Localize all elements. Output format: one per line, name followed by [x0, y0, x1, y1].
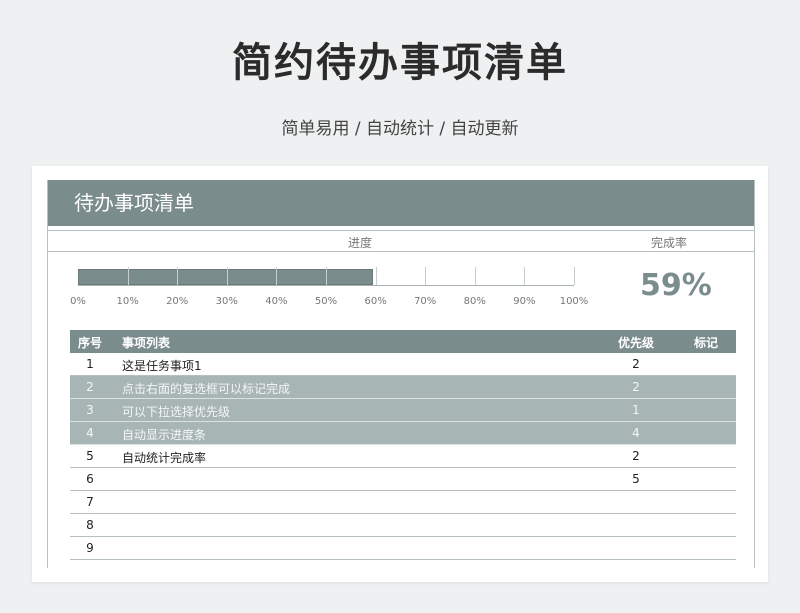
table-row[interactable]: 4 自动显示进度条 4: [70, 422, 736, 445]
row-priority[interactable]: 5: [606, 472, 666, 486]
table-row[interactable]: 9: [70, 537, 736, 560]
header-priority: 优先级: [617, 336, 654, 350]
header-no: 序号: [77, 336, 102, 350]
row-priority[interactable]: 2: [606, 357, 666, 371]
table-row[interactable]: 5 自动统计完成率 2: [70, 445, 736, 468]
progress-tick: [524, 267, 526, 285]
row-number: 9: [86, 541, 94, 555]
progress-tick-label: 50%: [314, 296, 338, 307]
row-priority[interactable]: 2: [606, 380, 666, 394]
todo-sheet: 待办事项清单 进度 完成率 0% 10% 20% 30% 40% 50% 60% 70% 80%…: [47, 180, 755, 568]
row-number: 8: [86, 518, 94, 532]
progress-fill: [78, 269, 373, 285]
row-priority[interactable]: 4: [606, 426, 666, 440]
task-list: 1 这是任务事项1 2 2 点击右面的复选框可以标记完成 2 3 可以下拉选择优先级 1 4 自动显…: [70, 353, 736, 560]
row-number: 6: [86, 472, 94, 486]
table-row[interactable]: 2 点击右面的复选框可以标记完成 2: [70, 376, 736, 399]
row-number: 1: [86, 357, 94, 371]
progress-tick: [127, 267, 129, 285]
row-item: 这是任务事项1: [122, 359, 202, 373]
progress-bar: [78, 267, 575, 287]
table-row[interactable]: 7: [70, 491, 736, 514]
progress-tick-label: 0%: [70, 296, 86, 307]
progress-tick: [226, 267, 228, 285]
progress-tick: [474, 267, 476, 285]
progress-tick: [375, 267, 377, 285]
row-item: 可以下拉选择优先级: [122, 405, 231, 419]
row-number: 7: [86, 495, 94, 509]
table-row[interactable]: 1 这是任务事项1 2: [70, 353, 736, 376]
table-header: 序号 事项列表 优先级 标记: [70, 330, 736, 353]
row-item: 点击右面的复选框可以标记完成: [122, 382, 291, 396]
page-subtitle: 简单易用 / 自动统计 / 自动更新: [281, 119, 519, 139]
table-row[interactable]: 8: [70, 514, 736, 537]
progress-header-row: 进度 完成率: [48, 230, 754, 252]
row-item: 自动显示进度条: [122, 428, 207, 442]
progress-tick-label: 60%: [364, 296, 387, 307]
progress-tick: [326, 267, 327, 285]
header-item: 事项列表: [122, 336, 171, 350]
row-priority[interactable]: 2: [606, 449, 666, 463]
row-item: 自动统计完成率: [122, 451, 207, 465]
progress-tick-label: 100%: [559, 296, 589, 307]
table-row[interactable]: 3 可以下拉选择优先级 1: [70, 399, 736, 422]
progress-tick-label: 80%: [463, 296, 486, 307]
todo-card: 待办事项清单 进度 完成率 0% 10% 20% 30% 40% 50% 60% 70% 80%…: [32, 166, 768, 582]
progress-tick-label: 90%: [513, 296, 536, 307]
row-number: 5: [86, 449, 94, 463]
row-priority[interactable]: 1: [606, 403, 666, 417]
row-number: 4: [86, 426, 94, 440]
progress-tick: [574, 267, 575, 285]
progress-tick-label: 30%: [215, 296, 238, 307]
progress-tick-label: 10%: [116, 296, 139, 307]
row-number: 3: [86, 403, 94, 417]
completion-rate-label: 完成率: [651, 236, 688, 250]
completion-rate-value: 59%: [640, 268, 712, 303]
table-row[interactable]: 65: [70, 468, 736, 491]
progress-tick-label: 40%: [265, 296, 288, 307]
header-mark: 标记: [693, 336, 718, 350]
progress-track: [78, 267, 575, 286]
progress-tick: [177, 267, 179, 285]
page-title: 简约待办事项清单: [232, 40, 568, 86]
progress-tick: [276, 267, 278, 285]
sheet-header: 待办事项清单: [48, 180, 754, 226]
progress-tick-label: 70%: [414, 296, 437, 307]
row-number: 2: [86, 380, 94, 394]
progress-tick-label: 20%: [166, 296, 189, 307]
progress-label: 进度: [348, 236, 373, 250]
progress-tick: [425, 267, 427, 285]
